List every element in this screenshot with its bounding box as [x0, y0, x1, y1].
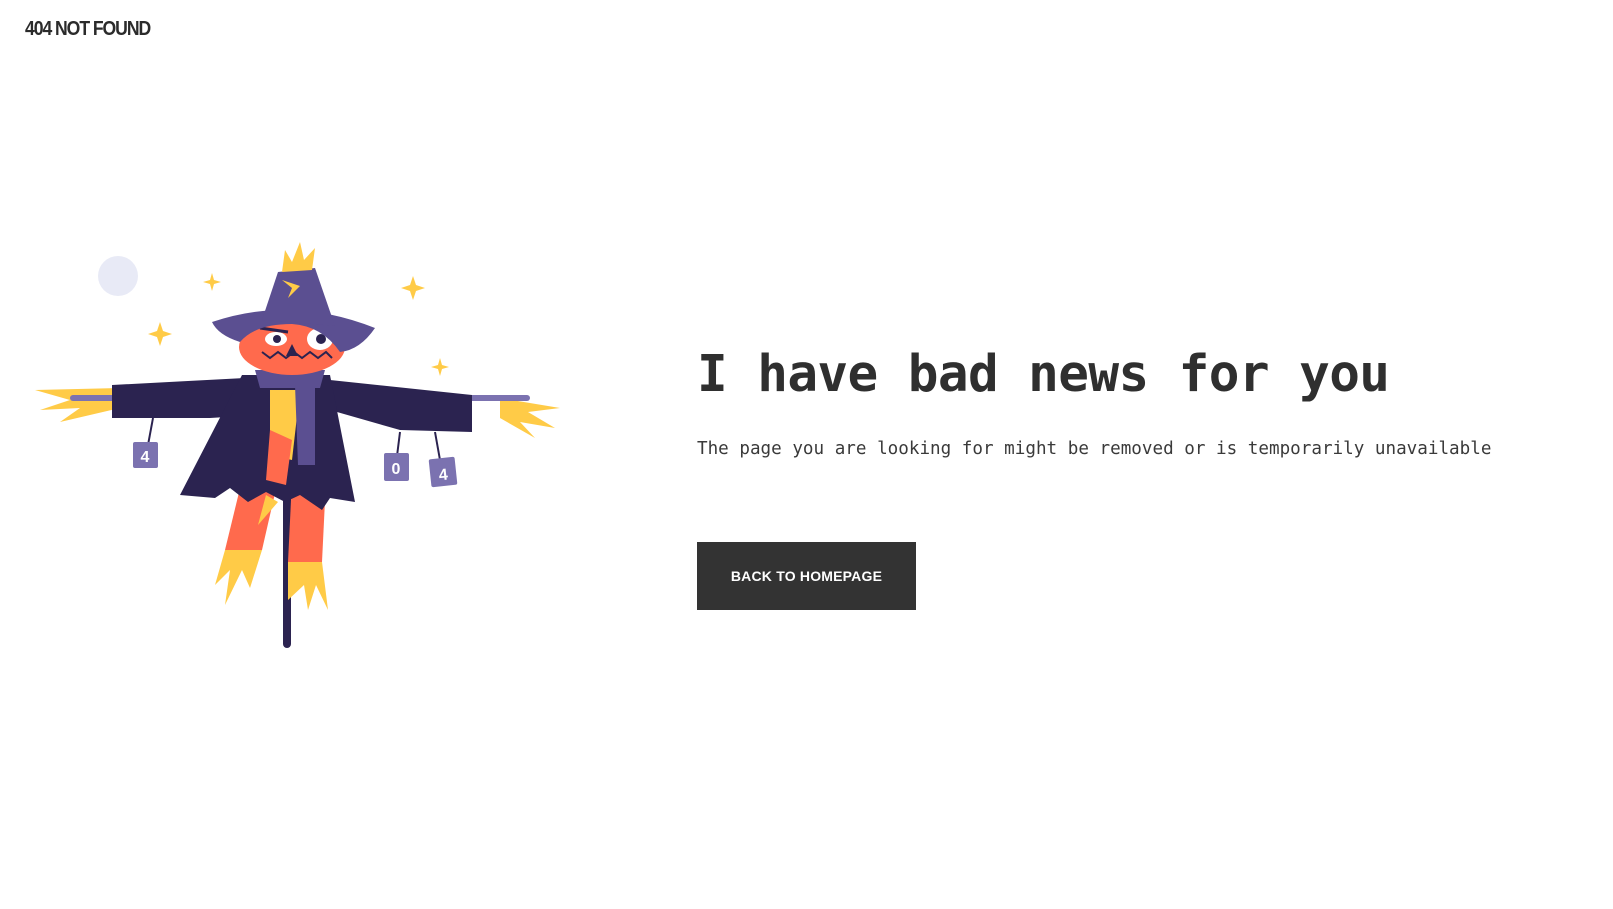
- svg-text:0: 0: [392, 461, 401, 478]
- scarecrow-illustration: 4 0 4: [30, 240, 580, 660]
- svg-text:4: 4: [438, 467, 449, 485]
- site-logo[interactable]: 404 NOT FOUND: [25, 18, 151, 41]
- error-description: The page you are looking for might be re…: [697, 439, 1492, 459]
- svg-text:4: 4: [141, 449, 150, 466]
- error-content: I have bad news for you The page you are…: [697, 345, 1557, 461]
- back-to-homepage-button[interactable]: BACK TO HOMEPAGE: [697, 542, 916, 610]
- moon-icon: [98, 256, 138, 296]
- error-headline: I have bad news for you: [697, 345, 1390, 404]
- scarecrow-svg: 4 0 4: [35, 242, 560, 648]
